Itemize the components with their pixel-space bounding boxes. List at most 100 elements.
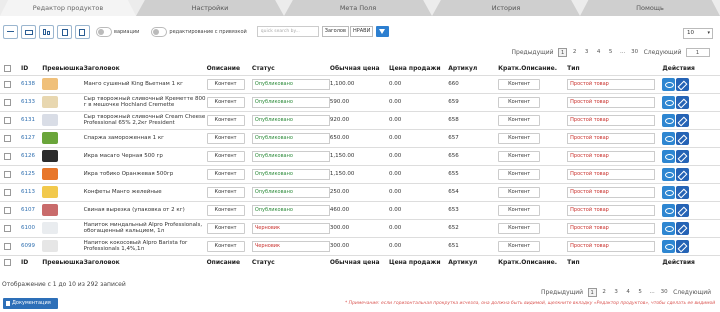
search-like-chip[interactable]: НРАВИ [349, 26, 374, 37]
regular-price[interactable]: 650.00 [329, 129, 390, 148]
next-page-link-bottom[interactable]: Следующий [673, 289, 711, 296]
regular-price[interactable]: 590.00 [329, 93, 390, 112]
col-regular-price-bottom[interactable]: Обычная цена [329, 254, 390, 269]
regular-price[interactable]: 460.00 [329, 201, 390, 220]
columns-list-icon[interactable] [57, 24, 72, 39]
view-eye-icon[interactable] [662, 95, 676, 109]
sku[interactable]: 654 [448, 183, 499, 202]
sku[interactable]: 660 [448, 75, 499, 94]
short-description-button[interactable]: Контент [498, 78, 541, 90]
row-checkbox[interactable] [4, 98, 11, 106]
short-description-button[interactable]: Контент [498, 222, 541, 234]
description-button[interactable]: Контент [206, 150, 245, 162]
sale-price[interactable]: 0.00 [389, 165, 449, 184]
status-select[interactable]: Черновик [251, 222, 330, 234]
product-title[interactable]: Сыр творожный сливочный Cream Cheese Pro… [83, 111, 207, 130]
tab-settings[interactable]: Настройки [136, 0, 284, 16]
page-1[interactable]: 1 [558, 48, 568, 57]
product-type-select[interactable]: Простой товар [567, 204, 656, 216]
edit-pencil-icon[interactable] [676, 113, 690, 127]
product-type-select[interactable]: Простой товар [567, 114, 656, 126]
next-page-link[interactable]: Следующий [644, 49, 682, 56]
product-id-link[interactable]: 6113 [21, 189, 35, 195]
sku[interactable]: 656 [448, 147, 499, 166]
sale-price[interactable]: 0.00 [389, 237, 449, 256]
status-select[interactable]: Опубликовано [251, 114, 330, 126]
description-button[interactable]: Контент [206, 132, 245, 144]
product-type-select[interactable]: Простой товар [567, 186, 656, 198]
folder-icon[interactable] [21, 24, 36, 39]
quick-search-input[interactable]: quick search by... [256, 26, 319, 37]
row-checkbox[interactable] [4, 224, 11, 232]
status-select[interactable]: Опубликовано [251, 150, 330, 162]
sale-price[interactable]: 0.00 [389, 93, 449, 112]
select-all-checkbox[interactable] [4, 64, 11, 72]
view-eye-icon[interactable] [662, 185, 676, 199]
product-title[interactable]: Икра масаго Черная 500 гр [83, 147, 207, 166]
col-id-bottom[interactable]: ID [21, 254, 43, 269]
sku[interactable]: 651 [448, 237, 499, 256]
sku[interactable]: 659 [448, 93, 499, 112]
sku[interactable]: 658 [448, 111, 499, 130]
col-title-bottom[interactable]: Заголовок [83, 254, 207, 269]
product-id-link[interactable]: 6131 [21, 117, 35, 123]
edit-pencil-icon[interactable] [676, 131, 690, 145]
goto-page-input[interactable]: 1 [685, 48, 710, 57]
product-title[interactable]: Манго сушеный King Вьетнам 1 кг [83, 75, 207, 94]
product-title[interactable]: Конфеты Манго желейные [83, 183, 207, 202]
status-select[interactable]: Опубликовано [251, 96, 330, 108]
view-eye-icon[interactable] [662, 131, 676, 145]
edit-pencil-icon[interactable] [676, 167, 690, 181]
status-select[interactable]: Опубликовано [251, 132, 330, 144]
view-eye-icon[interactable] [662, 167, 676, 181]
view-eye-icon[interactable] [662, 113, 676, 127]
page-1-bottom[interactable]: 1 [587, 288, 597, 297]
edit-pencil-icon[interactable] [676, 239, 690, 253]
row-checkbox[interactable] [4, 170, 11, 178]
view-eye-icon[interactable] [662, 239, 676, 253]
col-sale-price-bottom[interactable]: Цена продажи [389, 254, 449, 269]
regular-price[interactable]: 1,150.00 [329, 165, 390, 184]
edit-pencil-icon[interactable] [676, 77, 690, 91]
status-select[interactable]: Черновик [251, 240, 330, 252]
product-title[interactable]: Икра тобико Оранжевая 500гр [83, 165, 207, 184]
page-4-bottom[interactable]: 4 [624, 288, 633, 297]
sale-price[interactable]: 0.00 [389, 111, 449, 130]
product-title[interactable]: Сыр творожный сливочный Креметте 800 г в… [83, 93, 207, 112]
col-type[interactable]: Тип [567, 62, 663, 76]
binding-edit-toggle[interactable] [151, 26, 168, 37]
expand-arrows-icon[interactable] [3, 24, 18, 39]
select-all-checkbox-bottom[interactable] [4, 258, 11, 266]
sale-price[interactable]: 0.00 [389, 201, 449, 220]
col-status-bottom[interactable]: Статус [251, 254, 330, 269]
product-type-select[interactable]: Простой товар [567, 240, 656, 252]
regular-price[interactable]: 1,100.00 [329, 75, 390, 94]
page-2[interactable]: 2 [570, 48, 579, 57]
product-title[interactable]: Спаржа замороженная 1 кг [83, 129, 207, 148]
page-30[interactable]: 30 [630, 48, 639, 57]
edit-pencil-icon[interactable] [676, 149, 690, 163]
description-button[interactable]: Контент [206, 222, 245, 234]
product-type-select[interactable]: Простой товар [567, 150, 656, 162]
sale-price[interactable]: 0.00 [389, 129, 449, 148]
page-3[interactable]: 3 [582, 48, 591, 57]
product-type-select[interactable]: Простой товар [567, 96, 656, 108]
row-checkbox[interactable] [4, 134, 11, 142]
product-type-select[interactable]: Простой товар [567, 132, 656, 144]
product-id-link[interactable]: 6100 [21, 225, 35, 231]
edit-pencil-icon[interactable] [676, 221, 690, 235]
col-sku[interactable]: Артикул [448, 62, 499, 76]
regular-price[interactable]: 1,150.00 [329, 147, 390, 166]
row-checkbox[interactable] [4, 80, 11, 88]
description-button[interactable]: Контент [206, 78, 245, 90]
product-type-select[interactable]: Простой товар [567, 168, 656, 180]
status-select[interactable]: Опубликовано [251, 78, 330, 90]
product-type-select[interactable]: Простой товар [567, 78, 656, 90]
sku[interactable]: 653 [448, 201, 499, 220]
row-checkbox[interactable] [4, 206, 11, 214]
product-id-link[interactable]: 6107 [21, 207, 35, 213]
regular-price[interactable]: 250.00 [329, 183, 390, 202]
edit-pencil-icon[interactable] [676, 95, 690, 109]
view-eye-icon[interactable] [662, 221, 676, 235]
product-type-select[interactable]: Простой товар [567, 222, 656, 234]
